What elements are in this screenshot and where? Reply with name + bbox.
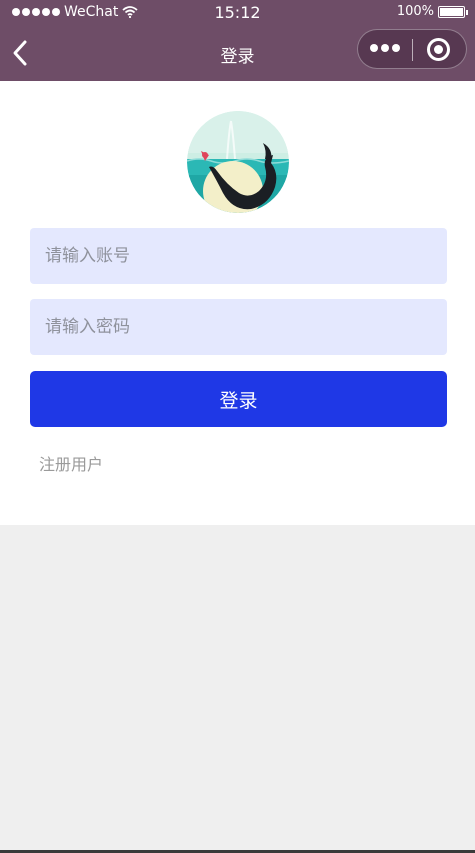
whale-logo-icon xyxy=(187,111,289,213)
target-circle-icon[interactable] xyxy=(427,38,450,61)
mini-program-capsule xyxy=(357,29,467,69)
capsule-divider xyxy=(412,39,413,61)
password-input[interactable] xyxy=(30,299,447,355)
avatar xyxy=(187,111,289,213)
status-bar: WeChat 15:12 100% xyxy=(0,0,475,25)
account-input[interactable] xyxy=(30,228,447,284)
register-link[interactable]: 注册用户 xyxy=(39,451,103,475)
battery-icon xyxy=(438,5,468,18)
login-panel: 登录 注册用户 xyxy=(0,81,475,525)
battery-percent: 100% xyxy=(396,4,434,19)
nav-bar: 登录 xyxy=(0,25,475,81)
more-dots-icon[interactable] xyxy=(370,44,400,52)
battery-status: 100% xyxy=(396,4,468,19)
login-button[interactable]: 登录 xyxy=(30,371,447,427)
